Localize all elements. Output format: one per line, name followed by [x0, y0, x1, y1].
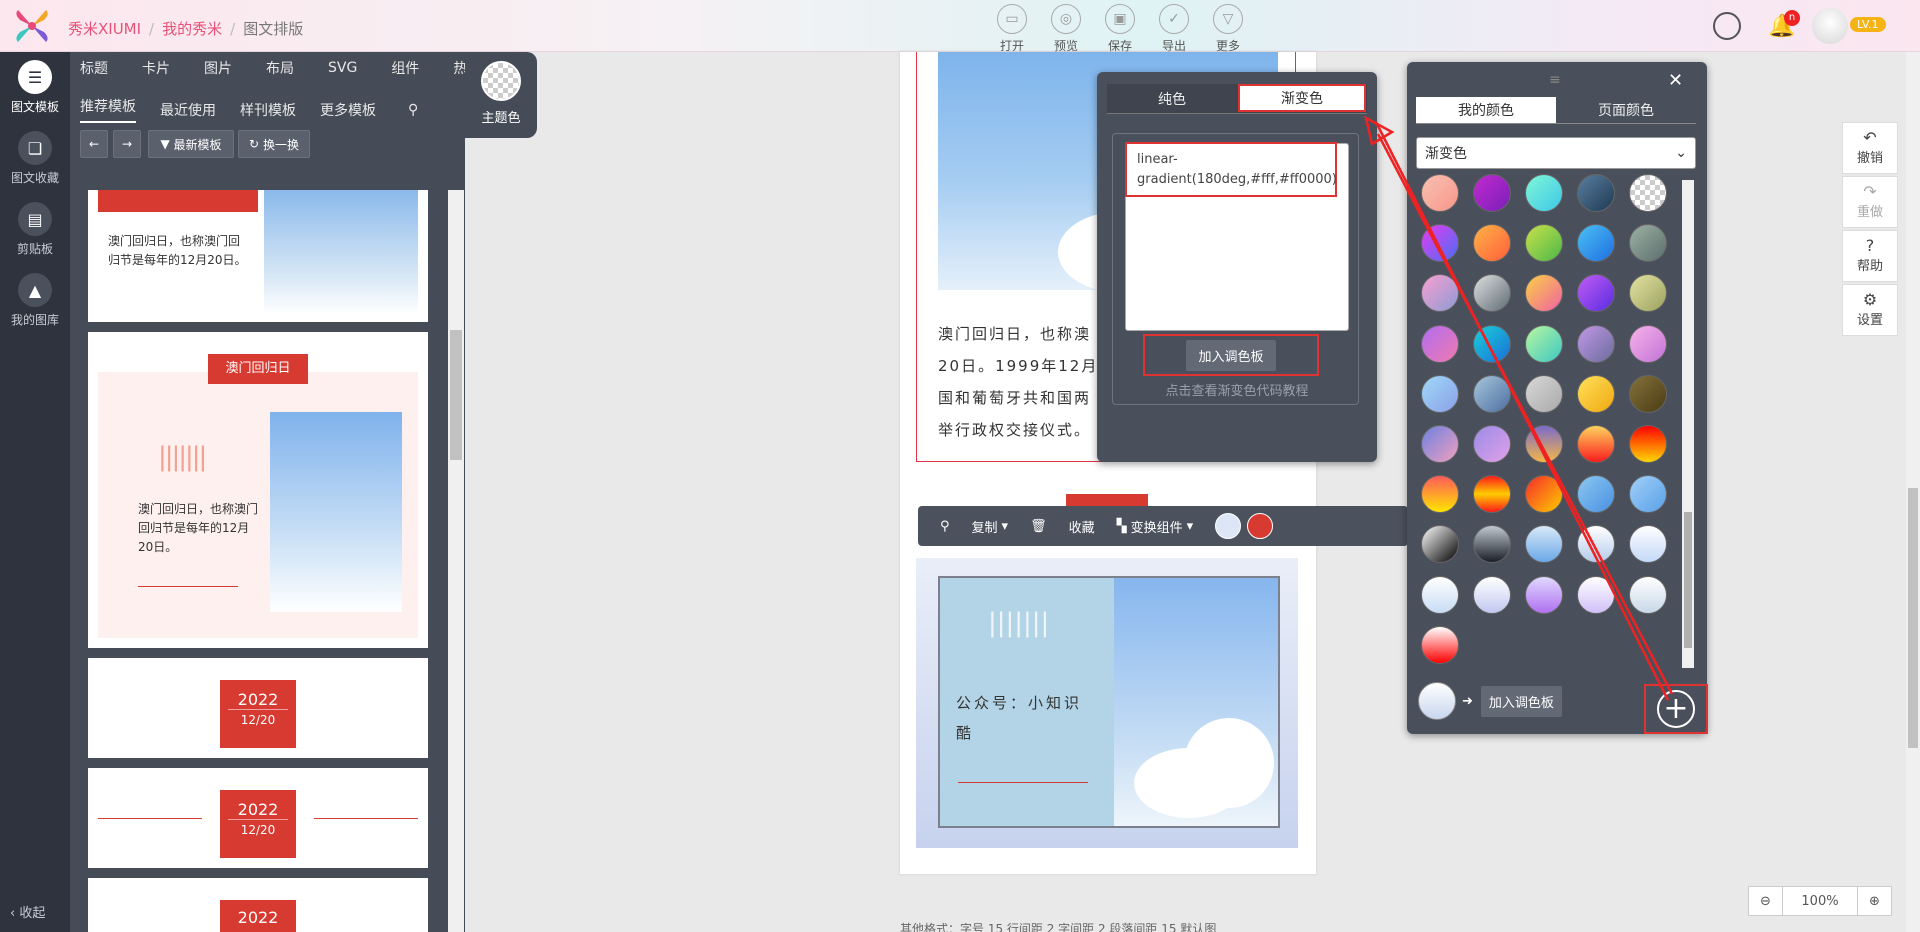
redo-icon: ↷: [1863, 182, 1877, 201]
help-icon: ?: [1865, 236, 1875, 255]
zoom-out-icon[interactable]: ⊖: [1749, 887, 1783, 915]
redo-button[interactable]: ↷ 重做: [1842, 176, 1898, 228]
undo-label: 撤销: [1856, 151, 1883, 166]
page-scroll-thumb[interactable]: [1908, 488, 1918, 748]
annotation-arrows: [1364, 115, 1674, 701]
help-label: 帮助: [1856, 259, 1883, 274]
help-button[interactable]: ? 帮助: [1842, 230, 1898, 282]
zoom-control: ⊖ 100% ⊕: [1748, 886, 1892, 916]
zoom-in-icon[interactable]: ⊕: [1857, 887, 1891, 915]
settings-button[interactable]: ⚙ 设置: [1842, 284, 1898, 336]
redo-label: 重做: [1856, 205, 1883, 220]
undo-icon: ↶: [1863, 128, 1877, 147]
undo-button[interactable]: ↶ 撤销: [1842, 122, 1898, 174]
gear-icon: ⚙: [1862, 290, 1878, 309]
zoom-level: 100%: [1801, 893, 1839, 909]
settings-label: 设置: [1856, 313, 1883, 328]
